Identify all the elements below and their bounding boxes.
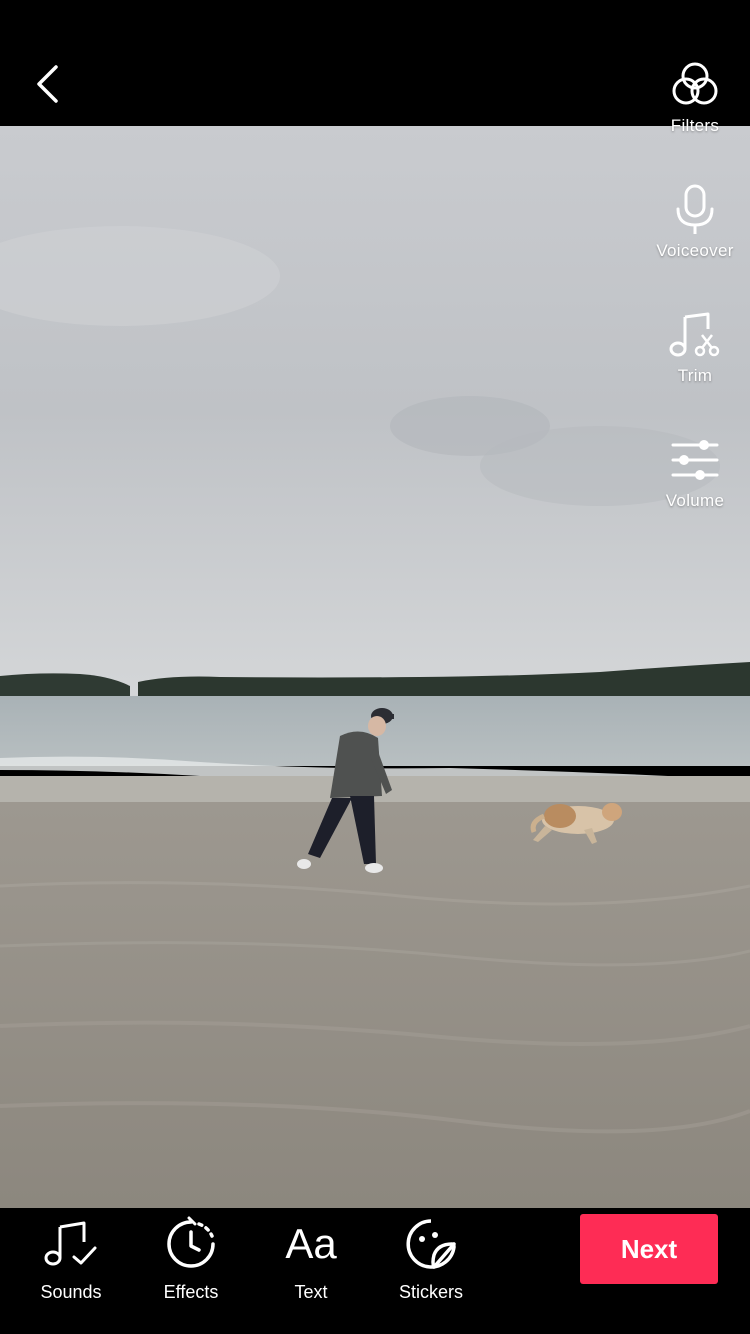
video-frame-image: [0, 126, 750, 1208]
voiceover-tool[interactable]: Voiceover: [640, 183, 750, 261]
next-button[interactable]: Next: [580, 1214, 718, 1284]
trim-tool[interactable]: Trim: [640, 308, 750, 386]
stickers-tool[interactable]: Stickers: [371, 1214, 491, 1303]
text-label: Text: [294, 1282, 328, 1302]
voiceover-label: Voiceover: [656, 241, 734, 260]
sounds-tool[interactable]: Sounds: [11, 1214, 131, 1303]
sticker-icon: [406, 1219, 456, 1269]
volume-label: Volume: [665, 491, 725, 510]
text-aa-icon: Aa: [285, 1220, 337, 1267]
stickers-label: Stickers: [398, 1282, 463, 1302]
top-bar: [0, 0, 750, 126]
sounds-label: Sounds: [40, 1282, 102, 1302]
video-editor-screen: Filters Voiceover Trim Volume Sounds Eff…: [0, 0, 750, 1334]
bottom-toolbar: Sounds Effects Aa Text Stickers Next: [0, 1208, 750, 1334]
music-note-check-icon: [44, 1221, 97, 1266]
effects-tool[interactable]: Effects: [131, 1214, 251, 1303]
volume-tool[interactable]: Volume: [640, 433, 750, 511]
filters-label: Filters: [670, 116, 720, 135]
text-tool[interactable]: Aa Text: [251, 1214, 371, 1303]
music-trim-icon: [669, 312, 720, 357]
filters-tool[interactable]: Filters: [640, 58, 750, 136]
filters-icon: [672, 62, 718, 105]
trim-label: Trim: [677, 366, 713, 385]
chevron-left-icon: [37, 65, 58, 103]
sliders-icon: [671, 440, 719, 480]
timer-effects-icon: [167, 1216, 215, 1268]
back-button[interactable]: [26, 58, 70, 110]
video-preview[interactable]: [0, 126, 750, 1208]
effects-label: Effects: [163, 1282, 219, 1302]
microphone-icon: [676, 184, 714, 234]
